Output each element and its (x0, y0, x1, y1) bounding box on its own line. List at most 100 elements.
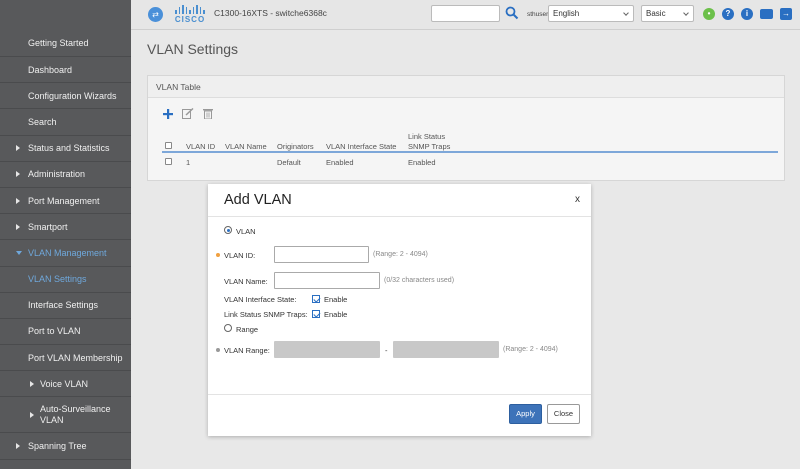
cell-vlan-id: 1 (186, 158, 191, 167)
table-row[interactable]: 1 Default Enabled Enabled (162, 156, 778, 172)
vlan-range-end-input (393, 341, 499, 358)
vlan-id-input[interactable] (274, 246, 369, 263)
caret-down-icon (16, 250, 22, 255)
sidebar-item-dashboard[interactable]: Dashboard (0, 57, 131, 84)
sidebar-item-label: Port to VLAN (28, 326, 81, 337)
sidebar-item-vlan-management[interactable]: VLAN Management (0, 240, 131, 267)
sidebar-item-label: Spanning Tree (28, 441, 87, 452)
search-icon[interactable] (505, 6, 519, 20)
save-config-icon[interactable] (760, 9, 773, 19)
status-icon[interactable]: • (703, 8, 715, 20)
sidebar-item-vlan-settings[interactable]: VLAN Settings (0, 267, 131, 293)
sidebar-item-configuration-wizards[interactable]: Configuration Wizards (0, 83, 131, 110)
edit-icon[interactable] (182, 108, 194, 119)
top-header: ⇄ CISCO C1300-16XTS - switche6368c sthus… (131, 0, 800, 30)
vlan-name-hint: (0/32 characters used) (384, 277, 455, 284)
col-snmp-traps-line2: SNMP Traps (408, 142, 451, 151)
vlan-radio[interactable] (224, 226, 232, 234)
table-header: VLAN ID VLAN Name Originators VLAN Inter… (162, 131, 778, 153)
vlan-range-start-input (274, 341, 380, 358)
caret-right-icon (16, 145, 20, 152)
sidebar-item-label: Administration (28, 169, 86, 180)
interface-state-label: VLAN Interface State: (224, 295, 297, 304)
sidebar-item-auto-surveillance-vlan[interactable]: Auto-Surveillance VLAN (0, 397, 131, 434)
mode-select-value: Basic (646, 9, 666, 18)
language-select-value: English (553, 9, 580, 18)
add-vlan-modal: Add VLAN x VLAN VLAN ID: (Range: 2 - 409… (208, 184, 591, 436)
sidebar-item-port-to-vlan[interactable]: Port to VLAN (0, 319, 131, 346)
range-radio[interactable] (224, 324, 232, 332)
close-icon[interactable]: x (575, 194, 580, 205)
panel-title: VLAN Table (148, 76, 784, 98)
sidebar-item-smartport[interactable]: Smartport (0, 214, 131, 241)
sidebar-item-label: Search (28, 116, 57, 127)
vlan-id-hint: (Range: 2 - 4094) (373, 251, 428, 258)
close-button[interactable]: Close (547, 404, 580, 424)
table-toolbar (163, 108, 213, 119)
sidebar-item-label: Auto-Surveillance VLAN (40, 403, 111, 425)
chevron-down-icon (623, 10, 629, 16)
caret-right-icon (16, 443, 20, 450)
sidebar-item-spanning-tree[interactable]: Spanning Tree (0, 433, 131, 460)
sidebar: Getting Started Dashboard Configuration … (0, 0, 131, 469)
search-input[interactable] (431, 5, 500, 22)
caret-right-icon (30, 380, 34, 387)
sidebar-toggle-icon[interactable]: ⇄ (148, 7, 163, 22)
add-icon[interactable] (163, 108, 173, 119)
logout-icon[interactable]: → (780, 8, 792, 20)
cisco-logo-word: CISCO (174, 15, 206, 24)
col-snmp-traps-line1: Link Status (408, 132, 446, 141)
divider (208, 394, 591, 395)
sidebar-item-voice-vlan[interactable]: Voice VLAN (0, 371, 131, 398)
col-originators: Originators (277, 142, 314, 151)
sidebar-item-port-management[interactable]: Port Management (0, 188, 131, 215)
sidebar-item-label: VLAN Settings (28, 274, 87, 285)
row-checkbox[interactable] (165, 158, 172, 165)
sidebar-top (0, 0, 131, 30)
select-all-checkbox[interactable] (165, 142, 172, 149)
chevron-down-icon (683, 10, 689, 16)
snmp-traps-enable-label: Enable (324, 310, 348, 319)
sidebar-item-getting-started[interactable]: Getting Started (0, 30, 131, 57)
mode-select[interactable]: Basic (641, 5, 694, 22)
sidebar-item-label: Port Management (28, 195, 100, 206)
page-title: VLAN Settings (147, 41, 239, 57)
delete-icon[interactable] (203, 108, 213, 119)
col-interface-state: VLAN Interface State (326, 142, 397, 151)
sidebar-item-port-vlan-membership[interactable]: Port VLAN Membership (0, 345, 131, 372)
vlan-radio-label: VLAN (236, 227, 256, 236)
sidebar-item-interface-settings[interactable]: Interface Settings (0, 293, 131, 319)
vlan-range-label: VLAN Range: (224, 346, 270, 355)
optional-dot-icon (216, 348, 220, 352)
interface-state-checkbox[interactable] (312, 295, 320, 303)
snmp-traps-checkbox[interactable] (312, 310, 320, 318)
help-icon[interactable]: ? (722, 8, 734, 20)
modal-title: Add VLAN (224, 192, 292, 208)
vlan-table-panel: VLAN Table VLAN ID VLAN Name Originators… (147, 75, 785, 181)
vlan-name-input[interactable] (274, 272, 380, 289)
snmp-traps-label: Link Status SNMP Traps: (224, 310, 308, 319)
cisco-logo-bars (173, 5, 207, 14)
info-icon[interactable]: i (741, 8, 753, 20)
cell-snmp-traps: Enabled (408, 158, 436, 167)
range-radio-label: Range (236, 325, 259, 334)
sidebar-item-label: Status and Statistics (28, 143, 110, 154)
sidebar-item-administration[interactable]: Administration (0, 162, 131, 188)
divider (208, 216, 591, 217)
interface-state-enable-label: Enable (324, 295, 348, 304)
language-select[interactable]: English (548, 5, 634, 22)
vlan-range-hint: (Range: 2 - 4094) (503, 346, 558, 353)
sidebar-item-status-and-statistics[interactable]: Status and Statistics (0, 136, 131, 162)
vlan-id-label: VLAN ID: (224, 251, 256, 260)
sidebar-item-label: Dashboard (28, 64, 73, 75)
col-vlan-id: VLAN ID (186, 142, 216, 151)
sidebar-item-label: Port VLAN Membership (28, 352, 123, 363)
required-dot-icon (216, 253, 220, 257)
vlan-name-label: VLAN Name: (224, 277, 268, 286)
sidebar-item-search[interactable]: Search (0, 109, 131, 136)
caret-right-icon (16, 223, 20, 230)
sidebar-item-label: Configuration Wizards (28, 90, 117, 101)
apply-button[interactable]: Apply (509, 404, 542, 424)
sidebar-item-label: Voice VLAN (40, 378, 89, 389)
col-vlan-name: VLAN Name (225, 142, 267, 151)
